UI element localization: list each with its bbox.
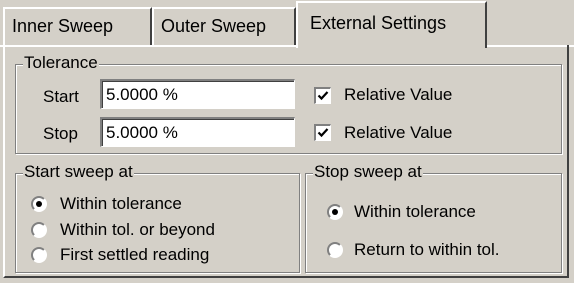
start-tolerance-input[interactable]: 5.0000 % [100, 79, 295, 109]
stop-label: Stop [43, 124, 78, 143]
stop-relative-label[interactable]: Relative Value [344, 123, 452, 143]
stop-return-within-tol-radio[interactable] [327, 242, 343, 258]
start-relative-checkbox[interactable] [314, 87, 331, 104]
stop-sweep-group: Stop sweep at Within tolerance Return to… [305, 162, 562, 273]
stop-return-within-tol-label[interactable]: Return to within tol. [354, 240, 500, 260]
start-within-tol-or-beyond-label[interactable]: Within tol. or beyond [60, 220, 215, 240]
tolerance-group: Tolerance Start 5.0000 % Relative Value … [15, 53, 562, 154]
stop-relative-checkbox[interactable] [314, 124, 331, 141]
start-within-tol-or-beyond-radio[interactable] [31, 222, 47, 238]
tab-outer-sweep[interactable]: Outer Sweep [152, 7, 296, 45]
stop-within-tolerance-radio[interactable] [327, 204, 343, 220]
start-label: Start [43, 87, 79, 106]
checkmark-icon [317, 91, 329, 101]
start-within-tolerance-radio[interactable] [31, 196, 47, 212]
tab-external-settings[interactable]: External Settings [296, 1, 487, 48]
tolerance-group-title: Tolerance [23, 53, 99, 73]
stop-tolerance-input[interactable]: 5.0000 % [100, 117, 295, 147]
stop-within-tolerance-label[interactable]: Within tolerance [354, 202, 476, 222]
radio-selected-dot [36, 201, 42, 207]
start-sweep-group-title: Start sweep at [23, 162, 134, 182]
stop-sweep-group-title: Stop sweep at [313, 162, 423, 182]
start-sweep-group: Start sweep at Within tolerance Within t… [15, 162, 300, 273]
checkmark-icon [317, 128, 329, 138]
tab-inner-sweep[interactable]: Inner Sweep [3, 7, 152, 45]
start-within-tolerance-label[interactable]: Within tolerance [60, 194, 182, 214]
radio-selected-dot [332, 209, 338, 215]
start-first-settled-reading-label[interactable]: First settled reading [60, 245, 209, 265]
start-first-settled-reading-radio[interactable] [31, 247, 47, 263]
start-relative-label[interactable]: Relative Value [344, 85, 452, 105]
settings-dialog: Inner Sweep Outer Sweep External Setting… [0, 0, 574, 283]
